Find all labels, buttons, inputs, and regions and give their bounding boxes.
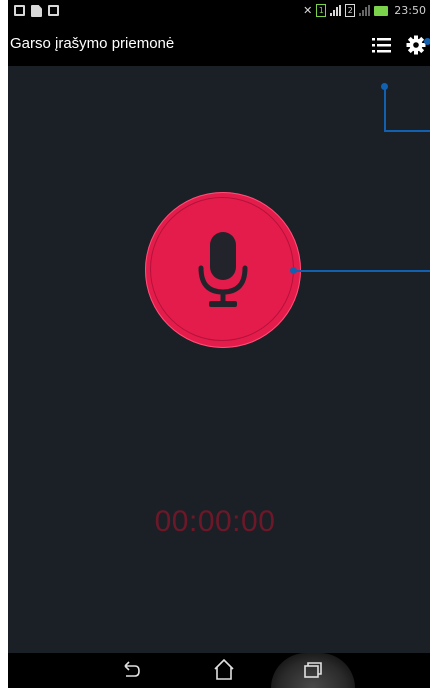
action-bar: Garso įrašymo priemonė <box>8 24 430 66</box>
settings-button[interactable] <box>405 34 427 56</box>
list-icon <box>372 38 391 53</box>
status-bar: ✕ 1 2 23:50 <box>8 0 430 24</box>
gear-icon <box>406 35 426 55</box>
device-frame: ✕ 1 2 23:50 Garso įrašymo priemonė 00:00… <box>0 0 430 688</box>
notification-icons <box>14 5 59 17</box>
signal-strength-icon <box>330 5 342 16</box>
navigation-bar <box>8 653 430 688</box>
mute-icon: ✕ <box>303 4 313 17</box>
sim1-icon: 1 <box>316 4 327 17</box>
back-icon <box>124 661 140 677</box>
screen: ✕ 1 2 23:50 Garso įrašymo priemonė 00:00… <box>8 0 430 688</box>
calendar-icon <box>14 5 25 16</box>
status-time: 23:50 <box>394 4 426 17</box>
document-icon <box>31 5 42 17</box>
callout-line-list-vertical <box>384 87 386 131</box>
recent-apps-icon <box>304 662 322 678</box>
home-button[interactable] <box>212 657 236 688</box>
home-icon <box>214 658 234 680</box>
recordings-list-button[interactable] <box>371 35 393 55</box>
system-icons: ✕ 1 2 23:50 <box>303 4 426 17</box>
signal-strength-2-icon <box>359 5 371 16</box>
app-title: Garso įrašymo priemonė <box>10 35 175 52</box>
microphone-icon <box>198 232 248 307</box>
screenshot-icon <box>48 5 59 16</box>
callout-line-record <box>294 270 430 272</box>
recent-apps-button[interactable] <box>302 657 324 688</box>
sim2-icon: 2 <box>345 4 356 17</box>
elapsed-time: 00:00:00 <box>154 505 276 538</box>
callout-line-list-horizontal <box>384 130 430 132</box>
record-button[interactable] <box>145 192 301 348</box>
battery-icon <box>374 5 389 16</box>
callout-dot-settings <box>424 38 430 45</box>
back-button[interactable] <box>120 657 142 688</box>
